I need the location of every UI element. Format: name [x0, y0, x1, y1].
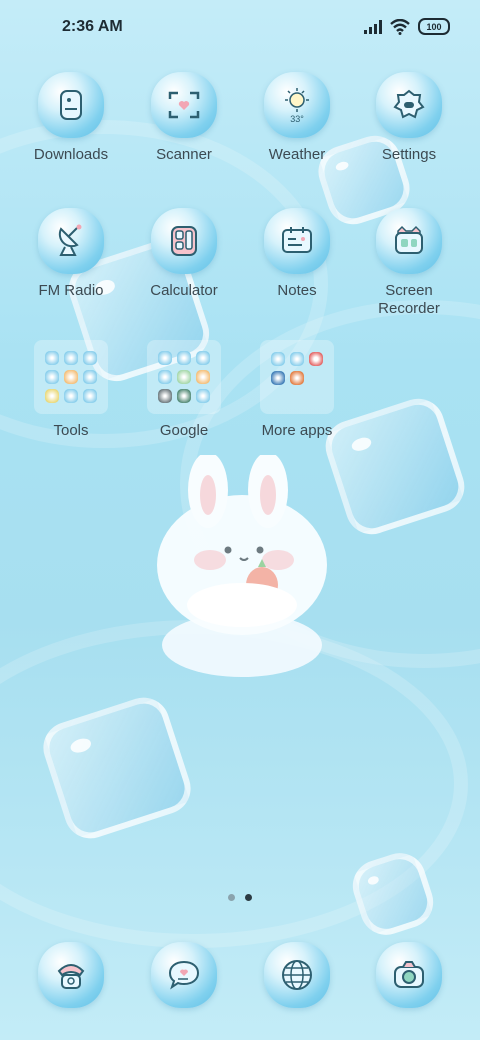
messages-icon — [151, 942, 217, 1008]
mini-app-icon — [177, 351, 191, 365]
mini-app-icon — [64, 389, 78, 403]
dock-browser[interactable] — [241, 942, 353, 1008]
app-label: Settings — [381, 146, 437, 163]
screen-recorder-icon — [376, 208, 442, 274]
folder-google[interactable]: Google — [128, 340, 240, 439]
mini-app-icon — [309, 352, 323, 366]
phone-icon — [38, 942, 104, 1008]
mini-app-icon — [83, 370, 97, 384]
app-screen-recorder[interactable]: Screen Recorder — [353, 208, 465, 318]
app-fm-radio[interactable]: FM Radio — [15, 208, 127, 300]
cellular-signal-icon — [364, 19, 382, 34]
mini-app-icon — [158, 351, 172, 365]
app-label: Scanner — [156, 146, 212, 163]
mini-app-icon — [64, 351, 78, 365]
app-notes[interactable]: Notes — [241, 208, 353, 300]
folder-label: Google — [159, 422, 209, 439]
folder-preview — [147, 340, 221, 414]
app-label: Downloads — [33, 146, 109, 163]
folder-more-apps[interactable]: More apps — [241, 340, 353, 439]
weather-icon: 33° — [264, 72, 330, 138]
mini-app-icon — [290, 371, 304, 385]
battery-indicator: 100 — [418, 18, 450, 35]
folder-preview — [34, 340, 108, 414]
mini-app-icon — [64, 370, 78, 384]
scanner-icon — [151, 72, 217, 138]
mini-app-icon — [196, 389, 210, 403]
app-label: Calculator — [150, 282, 218, 299]
mini-app-icon — [177, 370, 191, 384]
mini-app-icon — [83, 351, 97, 365]
dock-camera[interactable] — [353, 942, 465, 1008]
folder-label: More apps — [261, 422, 333, 439]
page-indicator[interactable] — [0, 894, 480, 901]
mini-app-icon — [196, 351, 210, 365]
browser-icon — [264, 942, 330, 1008]
calculator-icon — [151, 208, 217, 274]
app-label: FM Radio — [38, 282, 104, 299]
mini-app-icon — [83, 389, 97, 403]
bunny-illustration — [157, 455, 327, 677]
mini-app-icon — [158, 370, 172, 384]
folder-preview — [260, 340, 334, 414]
mini-app-icon — [271, 352, 285, 366]
mini-app-icon — [45, 370, 59, 384]
mini-app-icon — [158, 389, 172, 403]
app-calculator[interactable]: Calculator — [128, 208, 240, 300]
mini-app-icon — [271, 371, 285, 385]
wifi-icon — [390, 18, 410, 35]
status-time: 2:36 AM — [62, 18, 123, 35]
mini-app-icon — [45, 389, 59, 403]
app-scanner[interactable]: Scanner — [128, 72, 240, 164]
settings-icon — [376, 72, 442, 138]
folder-tools[interactable]: Tools — [15, 340, 127, 439]
app-label: Screen Recorder — [378, 282, 440, 317]
app-label: Weather — [268, 146, 326, 163]
page-dot-1[interactable] — [228, 894, 235, 901]
downloads-icon — [38, 72, 104, 138]
app-label: Notes — [277, 282, 317, 299]
mini-app-icon — [177, 389, 191, 403]
radio-icon — [38, 208, 104, 274]
weather-temperature: 33° — [290, 114, 304, 124]
status-icons: 100 — [364, 18, 450, 35]
notes-icon — [264, 208, 330, 274]
mini-app-icon — [45, 351, 59, 365]
mini-app-icon — [290, 352, 304, 366]
dock-phone[interactable] — [15, 942, 127, 1008]
page-dot-2[interactable] — [245, 894, 252, 901]
dock-messages[interactable] — [128, 942, 240, 1008]
app-weather[interactable]: 33° Weather — [241, 72, 353, 164]
camera-icon — [376, 942, 442, 1008]
status-bar: 2:36 AM 100 — [0, 0, 480, 56]
app-downloads[interactable]: Downloads — [15, 72, 127, 164]
folder-label: Tools — [53, 422, 89, 439]
app-settings[interactable]: Settings — [353, 72, 465, 164]
mini-app-icon — [196, 370, 210, 384]
